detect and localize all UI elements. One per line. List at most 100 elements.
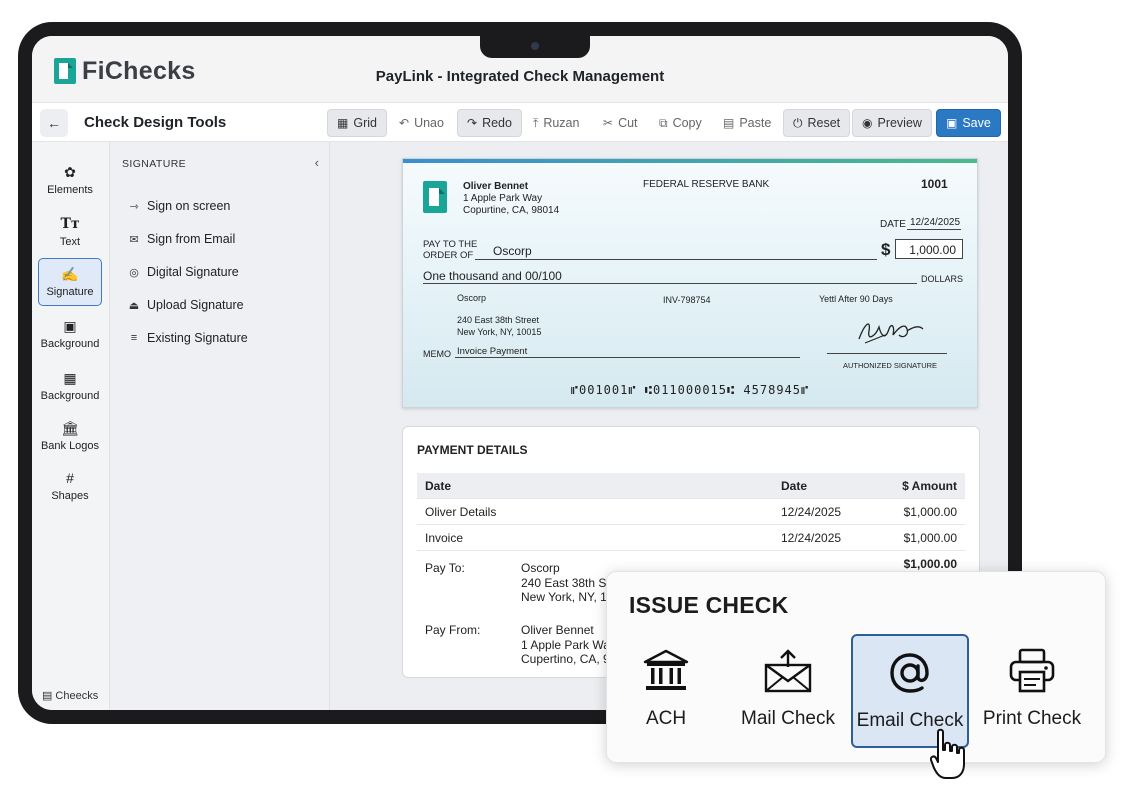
- table-cell: Invoice: [425, 531, 464, 545]
- pen-icon: ⇾: [129, 200, 139, 213]
- sign-from-email-option[interactable]: ✉ Sign from Email: [128, 232, 235, 246]
- amount-box[interactable]: 1,000.00: [895, 239, 963, 259]
- undo-button[interactable]: ↶ Unao: [390, 109, 453, 137]
- address-line: 240 East 38th St: [521, 575, 610, 590]
- check-accent-bar: [403, 159, 977, 163]
- back-button[interactable]: ←: [40, 109, 68, 137]
- camera-icon: [531, 42, 539, 50]
- panel-title: SIGNATURE: [122, 158, 187, 170]
- pay-from-address: Oliver Bennet 1 Apple Park Wa Cupertino,…: [521, 623, 610, 667]
- copy-label: Copy: [672, 116, 702, 130]
- ach-option[interactable]: ACH: [607, 634, 725, 748]
- rail-footer: ▤ Cheecks: [42, 689, 98, 703]
- hash-icon: #: [66, 470, 74, 486]
- micr-line: ⑈001001⑈ ⑆011000015⑆ 4578945⑈: [570, 383, 810, 397]
- payee-line: [475, 259, 877, 260]
- ruzan-button[interactable]: ⤒ Ruzan: [524, 109, 588, 137]
- check-logo-icon: [423, 181, 447, 213]
- check-preview[interactable]: Oliver Bennet 1 Apple Park Way Copurtine…: [402, 158, 978, 408]
- undo-label: Unao: [414, 116, 444, 130]
- digital-signature-option[interactable]: ◎ Digital Signature: [128, 265, 239, 279]
- redo-icon: ↷: [467, 116, 478, 130]
- rail-label: Elements: [47, 184, 93, 196]
- sign-on-screen-option[interactable]: ⇾ Sign on screen: [128, 199, 230, 213]
- grid-label: Grid: [353, 116, 377, 130]
- column-header: Date: [781, 479, 808, 493]
- save-button[interactable]: ▣ Save: [936, 109, 1001, 137]
- rail-item-background-image[interactable]: ▣ Background: [38, 310, 102, 358]
- payer-name: Oliver Bennet: [463, 181, 529, 192]
- rail-label: Text: [59, 236, 81, 248]
- table-cell: 12/24/2025: [781, 505, 842, 519]
- option-label: Print Check: [982, 708, 1082, 729]
- arrow-left-icon: ←: [47, 115, 61, 131]
- hand-cursor-icon: [930, 728, 965, 779]
- issue-check-title: ISSUE CHECK: [629, 592, 789, 618]
- chevron-left-icon[interactable]: ‹: [315, 155, 319, 170]
- cut-button[interactable]: ✂ Cut: [594, 109, 647, 137]
- rail-label: Background: [40, 390, 100, 402]
- total-amount: $1,000.00: [903, 557, 957, 571]
- pay-to-address: Oscorp 240 East 38th St New York, NY, 10: [521, 561, 614, 605]
- save-label: Save: [962, 116, 991, 130]
- preview-button[interactable]: ◉ Preview: [852, 109, 932, 137]
- undo-icon: ↶: [399, 116, 410, 130]
- check-date: 12/24/2025: [910, 217, 961, 228]
- reset-label: Reset: [807, 116, 841, 130]
- redo-button[interactable]: ↷ Redo: [457, 109, 522, 137]
- column-header: Date: [425, 479, 452, 493]
- payee-name: Oscorp: [493, 244, 532, 258]
- rail-item-shapes[interactable]: # Shapes: [38, 462, 102, 510]
- grid-icon: ▦: [337, 116, 349, 130]
- text-icon: Tт: [60, 216, 80, 232]
- rail-item-bank-logos[interactable]: 🏛 Bank Logos: [38, 412, 102, 460]
- check-icon: ▤: [42, 690, 53, 702]
- table-cell: 12/24/2025: [781, 531, 842, 545]
- mail-check-option[interactable]: Mail Check: [729, 634, 847, 748]
- camera-notch: [480, 36, 590, 58]
- list-icon: ≡: [130, 332, 138, 344]
- reset-button[interactable]: ⏻ Reset: [783, 109, 851, 137]
- date-line: [907, 229, 961, 230]
- address-line: Cupertino, CA, 9: [521, 652, 610, 666]
- tools-title: Check Design Tools: [84, 114, 227, 131]
- mail-icon: [763, 648, 813, 694]
- print-check-option[interactable]: Print Check: [973, 634, 1091, 748]
- image-icon: ▣: [63, 318, 77, 334]
- option-label: Digital Signature: [147, 265, 239, 279]
- rail-item-background-grid[interactable]: ▦ Background: [38, 362, 102, 410]
- words-line: [423, 283, 917, 284]
- column-header: $ Amount: [902, 479, 957, 493]
- copy-icon: ⧉: [659, 115, 668, 130]
- rail-item-signature[interactable]: ✍ Signature: [38, 258, 102, 306]
- upload-signature-option[interactable]: ⏏ Upload Signature: [128, 298, 244, 312]
- power-icon: ⏻: [793, 115, 803, 130]
- cut-label: Cut: [618, 116, 638, 130]
- payment-table: Date Date $ Amount Oliver Details 12/24/…: [417, 473, 965, 577]
- rail-label: Bank Logos: [40, 440, 100, 452]
- memo-label: MEMO: [423, 349, 451, 359]
- address-line: 1 Apple Park Wa: [521, 637, 610, 652]
- printer-icon: [1008, 648, 1056, 694]
- copy-button[interactable]: ⧉ Copy: [650, 109, 711, 137]
- table-cell: $1,000.00: [903, 505, 957, 519]
- payment-details-title: PAYMENT DETAILS: [417, 443, 528, 457]
- payer-address-2: Copurtine, CA, 98014: [463, 205, 560, 216]
- pay-to-label-2: ORDER OF: [423, 250, 474, 261]
- payee-block-name: Oscorp: [457, 293, 487, 303]
- target-icon: ◎: [129, 266, 139, 279]
- elements-icon: ✿: [64, 164, 76, 180]
- signature-image: [858, 323, 924, 344]
- rail-item-text[interactable]: Tт Text: [38, 208, 102, 256]
- rail-label: Shapes: [51, 490, 89, 502]
- grid-button[interactable]: ▦ Grid: [327, 109, 387, 137]
- upload-icon: ⏏: [128, 299, 140, 312]
- paste-button[interactable]: ▤ Paste: [714, 109, 780, 137]
- option-label: Sign on screen: [147, 199, 231, 213]
- address-line: Oliver Bennet: [521, 623, 594, 637]
- rail-item-elements[interactable]: ✿ Elements: [38, 156, 102, 204]
- design-toolbar: ← Check Design Tools ▦ Grid ↶ Unao ↷ Redo ⤒…: [32, 102, 1008, 142]
- existing-signature-option[interactable]: ≡ Existing Signature: [128, 331, 248, 345]
- option-label: Upload Signature: [147, 298, 244, 312]
- bank-name: FEDERAL RESERVE BANK: [643, 179, 770, 190]
